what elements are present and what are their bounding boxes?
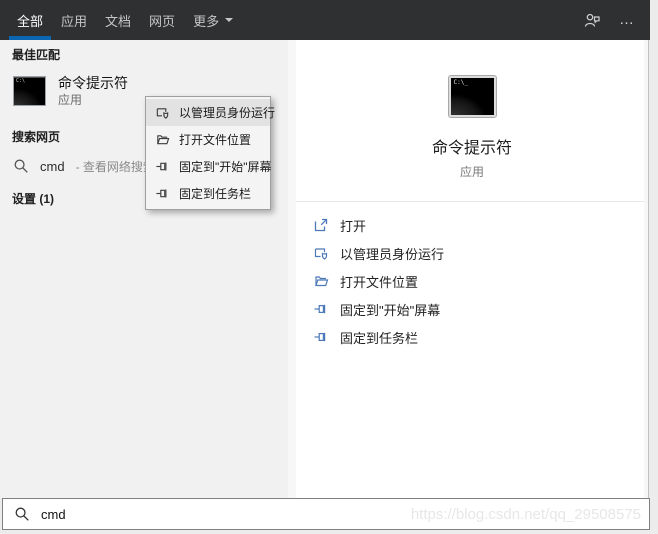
context-menu-item-label: 打开文件位置 — [179, 133, 252, 147]
tab-documents[interactable]: 文档 — [96, 0, 140, 40]
panel-gutter — [288, 40, 296, 498]
search-icon — [14, 506, 30, 522]
context-menu-item-label: 固定到"开始"屏幕 — [179, 160, 272, 174]
more-options-button[interactable]: … — [619, 12, 636, 27]
context-menu-item-run-as-admin[interactable]: 以管理员身份运行 — [146, 99, 275, 126]
pin-icon — [313, 329, 329, 345]
cmd-icon — [13, 76, 46, 106]
action-label: 固定到任务栏 — [340, 330, 419, 346]
folder-icon — [313, 273, 329, 289]
action-pin-to-taskbar[interactable]: 固定到任务栏 — [296, 323, 648, 351]
best-match-text: 命令提示符 应用 — [58, 75, 128, 107]
action-open-file-location[interactable]: 打开文件位置 — [296, 267, 648, 295]
pin-icon — [313, 301, 329, 317]
best-match-subtitle: 应用 — [58, 93, 83, 107]
preview-actions: 打开 以管理员身份运行 打开文件位置 固定到"开始"屏幕 固定到任务栏 — [296, 202, 648, 351]
preview-app-subtitle: 应用 — [459, 165, 484, 179]
tab-all[interactable]: 全部 — [8, 0, 52, 40]
action-label: 打开 — [340, 218, 367, 234]
user-feedback-icon[interactable] — [583, 11, 601, 29]
preview-panel: 命令提示符 应用 打开 — [296, 40, 649, 498]
action-open[interactable]: 打开 — [296, 211, 648, 239]
tab-more-label: 更多 — [193, 13, 220, 29]
watermark-text: https://blog.csdn.net/qq_29508575 — [410, 505, 641, 523]
shield-icon — [313, 245, 329, 261]
context-menu-item-label: 固定到任务栏 — [179, 187, 252, 201]
action-pin-to-start[interactable]: 固定到"开始"屏幕 — [296, 295, 648, 323]
scrollbar-track[interactable] — [644, 40, 648, 498]
context-menu-item-open-file-location[interactable]: 打开文件位置 — [146, 126, 270, 153]
dropdown-caret-icon — [225, 18, 234, 26]
tab-web[interactable]: 网页 — [140, 0, 184, 40]
search-header: 全部 应用 文档 网页 更多 … — [0, 0, 650, 40]
tab-apps[interactable]: 应用 — [52, 0, 96, 40]
action-label: 以管理员身份运行 — [340, 246, 445, 262]
action-run-as-admin[interactable]: 以管理员身份运行 — [296, 239, 648, 267]
preview-app-title: 命令提示符 — [431, 140, 512, 157]
pin-icon — [155, 159, 170, 174]
search-query-text: cmd — [41, 506, 66, 522]
web-search-query: cmd — [40, 158, 65, 174]
folder-icon — [155, 132, 170, 147]
shield-icon — [155, 105, 170, 120]
action-label: 打开文件位置 — [340, 274, 419, 290]
context-menu: 以管理员身份运行 打开文件位置 固定到"开始"屏幕 固定到任务栏 — [145, 96, 275, 210]
search-input[interactable]: cmd https://blog.csdn.net/qq_29508575 — [2, 498, 650, 530]
cmd-icon — [447, 75, 497, 118]
context-menu-item-pin-to-start[interactable]: 固定到"开始"屏幕 — [146, 153, 272, 180]
tab-more[interactable]: 更多 — [184, 0, 242, 40]
best-match-title: 命令提示符 — [58, 75, 128, 91]
context-menu-item-pin-to-taskbar[interactable]: 固定到任务栏 — [146, 180, 270, 207]
header-actions: … — [583, 0, 650, 40]
windows-search-flyout: 全部 应用 文档 网页 更多 … 最佳匹配 命 — [0, 0, 658, 534]
open-icon — [313, 217, 329, 233]
best-match-header: 最佳匹配 — [12, 48, 61, 62]
context-menu-item-label: 以管理员身份运行 — [179, 106, 276, 120]
action-label: 固定到"开始"屏幕 — [340, 302, 441, 318]
search-icon — [13, 158, 29, 174]
search-filter-tabs: 全部 应用 文档 网页 更多 — [0, 0, 242, 40]
pin-icon — [155, 186, 170, 201]
preview-app-header: 命令提示符 应用 — [296, 75, 648, 180]
